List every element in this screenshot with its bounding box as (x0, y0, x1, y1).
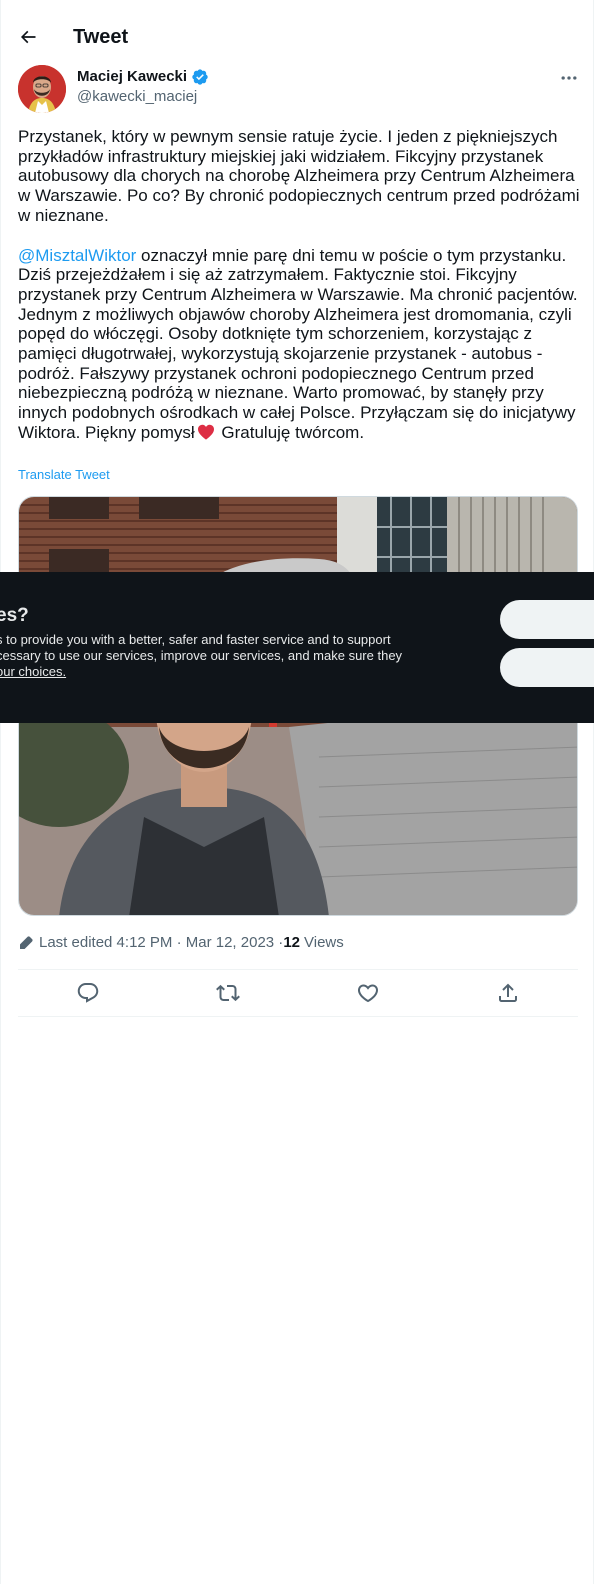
retweet-icon[interactable] (216, 981, 240, 1005)
mention-link[interactable]: @MisztalWiktor (18, 246, 136, 265)
last-edited-text[interactable]: Last edited 4:12 PM · Mar 12, 2023 · (39, 933, 283, 953)
cookie-refuse-button[interactable] (500, 648, 594, 687)
arrow-left-icon (20, 30, 36, 44)
red-heart-emoji-icon (197, 424, 214, 440)
tweet-column: Tweet Maciej Kawecki @kawecki_maciej Prz… (0, 0, 594, 1584)
avatar[interactable] (18, 65, 66, 113)
cookie-text-line-1: s to provide you with a better, safer an… (0, 632, 391, 647)
cookie-banner: es? s to provide you with a better, safe… (0, 572, 594, 723)
cookie-choices-link[interactable]: our choices. (0, 664, 402, 680)
more-options-button[interactable] (553, 66, 585, 90)
tweet-paragraph-1: Przystanek, który w pewnym sensie ratuje… (18, 127, 580, 225)
cookie-accept-button[interactable] (500, 600, 594, 639)
tweet-text: Przystanek, który w pewnym sensie ratuje… (18, 127, 582, 463)
tweet-meta: Last edited 4:12 PM · Mar 12, 2023 · 12 … (18, 933, 344, 953)
verified-badge-icon (192, 69, 208, 85)
tweet-paragraph-2-text: oznaczył mnie parę dni temu w poście o t… (18, 245, 578, 442)
author-name[interactable]: Maciej Kawecki (77, 67, 209, 87)
views-count: 12 (283, 934, 300, 951)
author-handle[interactable]: @kawecki_maciej (77, 87, 197, 107)
reply-icon[interactable] (76, 981, 100, 1005)
like-icon[interactable] (356, 981, 380, 1005)
tweet-actions (18, 970, 578, 1016)
cookie-title: es? (0, 605, 29, 626)
views-label: Views (304, 934, 344, 951)
tweet-paragraph-2: @MisztalWiktor oznaczył mnie parę dni te… (18, 246, 582, 443)
share-icon[interactable] (496, 981, 520, 1005)
tweet-paragraph-2-end: Gratuluję twórcom. (216, 422, 365, 442)
back-button[interactable] (11, 20, 45, 54)
cookie-text-line-2: cessary to use our services, improve our… (0, 648, 403, 663)
translate-tweet-link[interactable]: Translate Tweet (18, 467, 110, 483)
divider (18, 1016, 578, 1017)
pencil-icon (20, 936, 33, 949)
page-title: Tweet (73, 26, 129, 48)
more-dots-icon (561, 76, 577, 80)
cookie-text: s to provide you with a better, safer an… (0, 632, 402, 680)
top-bar: Tweet (1, 0, 595, 73)
author-name-text: Maciej Kawecki (77, 68, 188, 85)
